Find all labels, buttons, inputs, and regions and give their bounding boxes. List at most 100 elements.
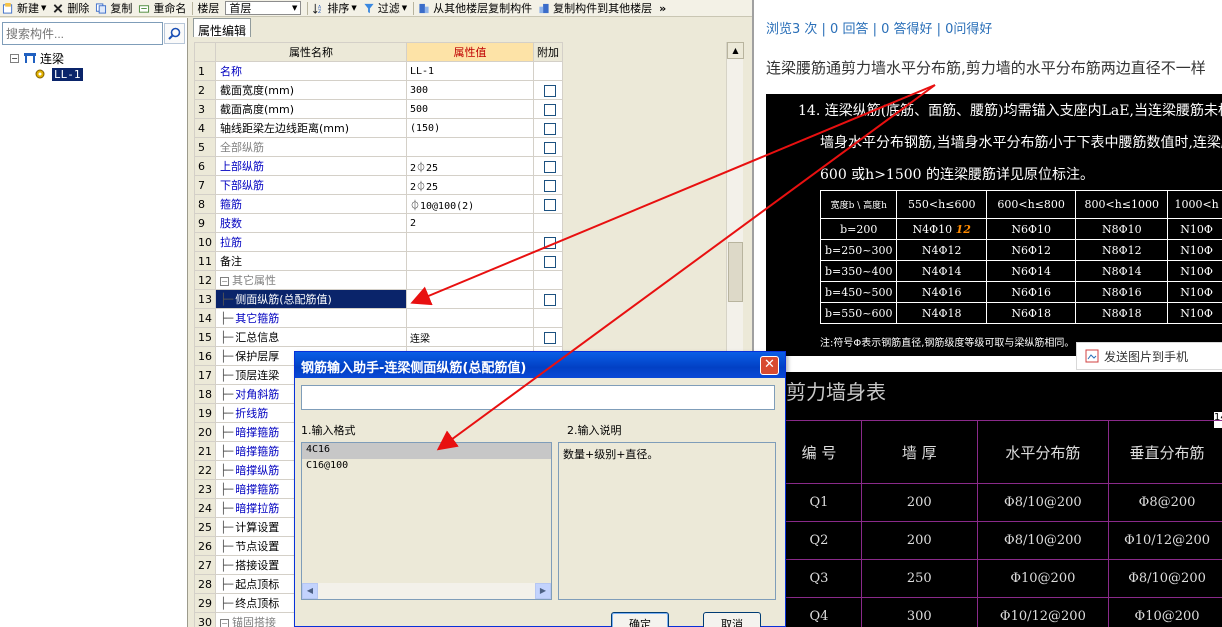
property-extra — [533, 118, 563, 138]
scroll-thumb[interactable] — [728, 242, 743, 302]
scroll-up-icon[interactable]: ▲ — [727, 42, 744, 59]
format-list-scrollbar[interactable]: ◀ ▶ — [302, 583, 551, 599]
group-collapse-icon[interactable]: − — [220, 619, 229, 627]
rename-button[interactable]: 重命名 — [136, 0, 190, 16]
property-row[interactable]: 1 名称 LL-1 — [194, 61, 563, 81]
scroll-right-icon[interactable]: ▶ — [535, 583, 551, 599]
property-value[interactable]: 2 — [406, 213, 534, 233]
delete-button[interactable]: 删除 — [50, 0, 93, 16]
rename-icon — [139, 4, 150, 13]
copy-icon — [96, 2, 107, 14]
row-number: 13 — [194, 289, 216, 309]
format-item[interactable]: 4C16 — [302, 443, 551, 459]
property-value[interactable]: LL-1 — [406, 61, 534, 81]
extra-checkbox[interactable] — [544, 160, 556, 173]
tree-branch-icon: ├─ — [220, 559, 234, 572]
scroll-left-icon[interactable]: ◀ — [302, 583, 318, 599]
property-row[interactable]: 7 下部纵筋 2⏀25 — [194, 175, 563, 195]
wall-table-title: 剪力墙身表 — [786, 380, 886, 404]
collapse-icon[interactable]: − — [10, 53, 19, 63]
cad-table-body: b=200 N4Φ10 12 N6Φ10 N8Φ10 N10Φ b=250~300 N4Φ1… — [819, 218, 1222, 324]
tree-node-ll1[interactable]: LL-1 — [34, 66, 83, 82]
property-row[interactable]: 13 ├─ 侧面纵筋(总配筋值) — [194, 289, 563, 309]
cad-cell: N8Φ16 — [1075, 281, 1169, 303]
extra-checkbox[interactable] — [544, 122, 556, 135]
property-extra — [533, 308, 563, 328]
filter-button[interactable]: 过滤 ▼ — [361, 0, 411, 16]
property-row[interactable]: 12− 其它属性 — [194, 270, 563, 290]
cad-cell: N8Φ12 — [1075, 239, 1169, 261]
format-list[interactable]: 4C16 C16@100 ◀ ▶ — [301, 442, 552, 600]
extra-checkbox[interactable] — [544, 255, 556, 268]
wall-head: 墙 厚 — [860, 420, 978, 484]
property-row[interactable]: 10 拉筋 — [194, 232, 563, 252]
extra-checkbox[interactable] — [544, 198, 556, 211]
property-value[interactable] — [406, 137, 534, 157]
property-value[interactable]: 2⏀25 — [406, 156, 534, 176]
extra-checkbox[interactable] — [544, 179, 556, 192]
property-row[interactable]: 8 箍筋 ⏀10@100(2) — [194, 194, 563, 214]
tree-node-beam[interactable]: − 连梁 — [10, 50, 83, 66]
search-button[interactable] — [164, 23, 185, 44]
new-button[interactable]: 新建 ▼ — [0, 0, 50, 16]
property-value[interactable] — [406, 308, 534, 328]
cad-note: 注:符号Φ表示钢筋直径,钢筋级度等级可取与梁纵筋相同。 — [820, 338, 1075, 349]
property-row[interactable]: 4 轴线距梁左边线距离(mm) (150) — [194, 118, 563, 138]
cad-text-line: 墙身水平分布钢筋,当墙身水平分布筋小于下表中腰筋数值时,连梁腰筋按下表取用,b> — [820, 135, 1222, 151]
property-value[interactable]: (150) — [406, 118, 534, 138]
copy-from-floor-button[interactable]: 从其他楼层复制构件 — [416, 0, 536, 16]
property-row[interactable]: 3 截面高度(mm) 500 — [194, 99, 563, 119]
property-value[interactable]: 500 — [406, 99, 534, 119]
property-name: ├─ 其它箍筋 — [215, 308, 407, 328]
cad-image-beam-notes: 14. 连梁纵筋(底筋、面筋、腰筋)均需锚入支座内LaE,当连梁腰筋未标注时,则… — [766, 94, 1222, 356]
property-row[interactable]: 5 全部纵筋 — [194, 137, 563, 157]
property-value[interactable]: 2⏀25 — [406, 175, 534, 195]
tree-branch-icon: ├─ — [220, 597, 234, 610]
ok-button[interactable]: 确定 — [611, 612, 669, 627]
wall-head: 水平分布筋 — [976, 420, 1110, 484]
extra-checkbox[interactable] — [544, 141, 556, 154]
wall-cell: Φ10/12@200 — [1108, 521, 1222, 560]
cancel-button[interactable]: 取消 — [703, 612, 761, 627]
toolbar-overflow-button[interactable]: » — [656, 2, 669, 15]
extra-checkbox[interactable] — [544, 84, 556, 97]
extra-checkbox[interactable] — [544, 293, 556, 306]
property-value[interactable]: 300 — [406, 80, 534, 100]
wall-cell: 200 — [860, 521, 978, 560]
row-number: 17 — [194, 365, 216, 385]
row-number: 12 — [194, 270, 216, 290]
floor-select[interactable]: 首层 ▼ — [225, 1, 302, 15]
cad-cell: b=550~600 — [819, 302, 898, 324]
format-item[interactable]: C16@100 — [302, 459, 551, 475]
question-stats[interactable]: 浏览3 次 | 0 回答 | 0 答得好 | 0问得好 — [766, 18, 992, 37]
sort-button[interactable]: AZ 排序 ▼ — [310, 0, 360, 16]
property-row[interactable]: 9 肢数 2 — [194, 213, 563, 233]
sort-icon: AZ — [313, 3, 322, 14]
property-row[interactable]: 2 截面宽度(mm) 300 — [194, 80, 563, 100]
copy-to-floor-button[interactable]: 复制构件到其他楼层 — [536, 0, 656, 16]
property-value[interactable]: ⏀10@100(2) — [406, 194, 534, 214]
row-number: 25 — [194, 517, 216, 537]
property-value[interactable] — [406, 270, 534, 290]
cad-cell: N6Φ12 — [985, 239, 1077, 261]
property-row[interactable]: 11 备注 — [194, 251, 563, 271]
tab-property-edit[interactable]: 属性编辑 — [193, 18, 251, 38]
property-row[interactable]: 15 ├─ 汇总信息 连梁 — [194, 327, 563, 347]
search-input[interactable] — [2, 22, 163, 45]
rebar-input-field[interactable] — [301, 385, 775, 410]
cad-table-row: b=450~500 N4Φ16 N6Φ16 N8Φ16 N10Φ — [819, 281, 1222, 303]
property-row[interactable]: 14 ├─ 其它箍筋 — [194, 308, 563, 328]
extra-checkbox[interactable] — [544, 236, 556, 249]
property-row[interactable]: 6 上部纵筋 2⏀25 — [194, 156, 563, 176]
property-value[interactable] — [406, 289, 534, 309]
extra-checkbox[interactable] — [544, 103, 556, 116]
property-name: 拉筋 — [215, 232, 407, 252]
property-value[interactable] — [406, 232, 534, 252]
close-icon[interactable]: ✕ — [760, 356, 779, 375]
property-value[interactable]: 连梁 — [406, 327, 534, 347]
extra-checkbox[interactable] — [544, 331, 556, 344]
send-to-phone-button[interactable]: 发送图片到手机 — [1076, 342, 1222, 370]
group-collapse-icon[interactable]: − — [220, 277, 229, 286]
copy-button[interactable]: 复制 — [93, 0, 136, 16]
property-value[interactable] — [406, 251, 534, 271]
